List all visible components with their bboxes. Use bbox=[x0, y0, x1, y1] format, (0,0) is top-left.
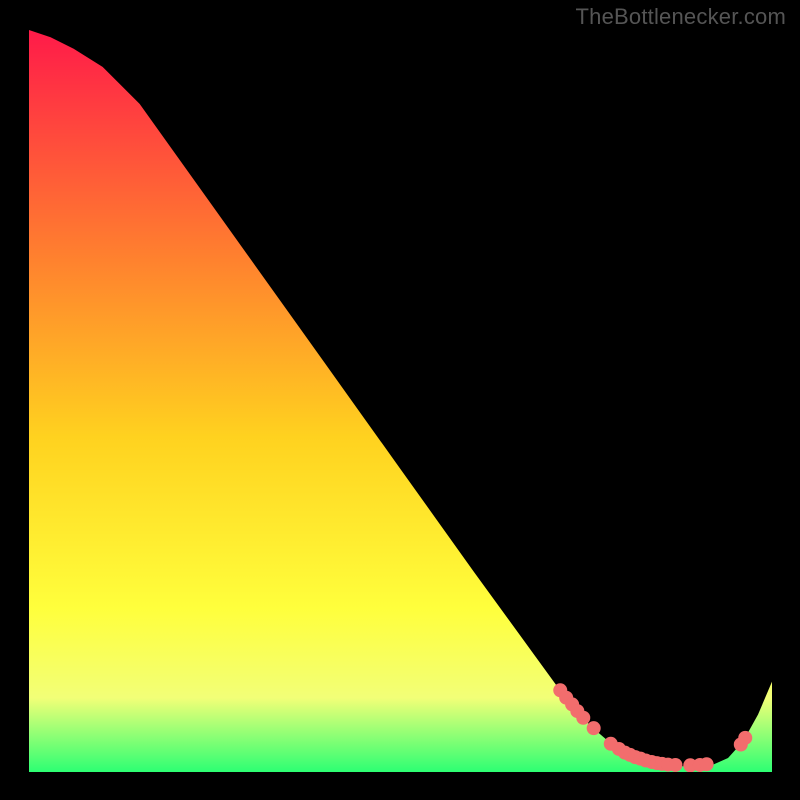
watermark-text: TheBottlenecker.com bbox=[576, 4, 786, 30]
curve-marker bbox=[587, 721, 601, 735]
curve-marker bbox=[668, 758, 682, 772]
curve-marker bbox=[576, 711, 590, 725]
curve-marker bbox=[700, 757, 714, 771]
plot-frame bbox=[29, 29, 772, 772]
curve-marker bbox=[738, 731, 752, 745]
markers-layer bbox=[29, 29, 772, 772]
chart-stage: TheBottlenecker.com bbox=[0, 0, 800, 800]
